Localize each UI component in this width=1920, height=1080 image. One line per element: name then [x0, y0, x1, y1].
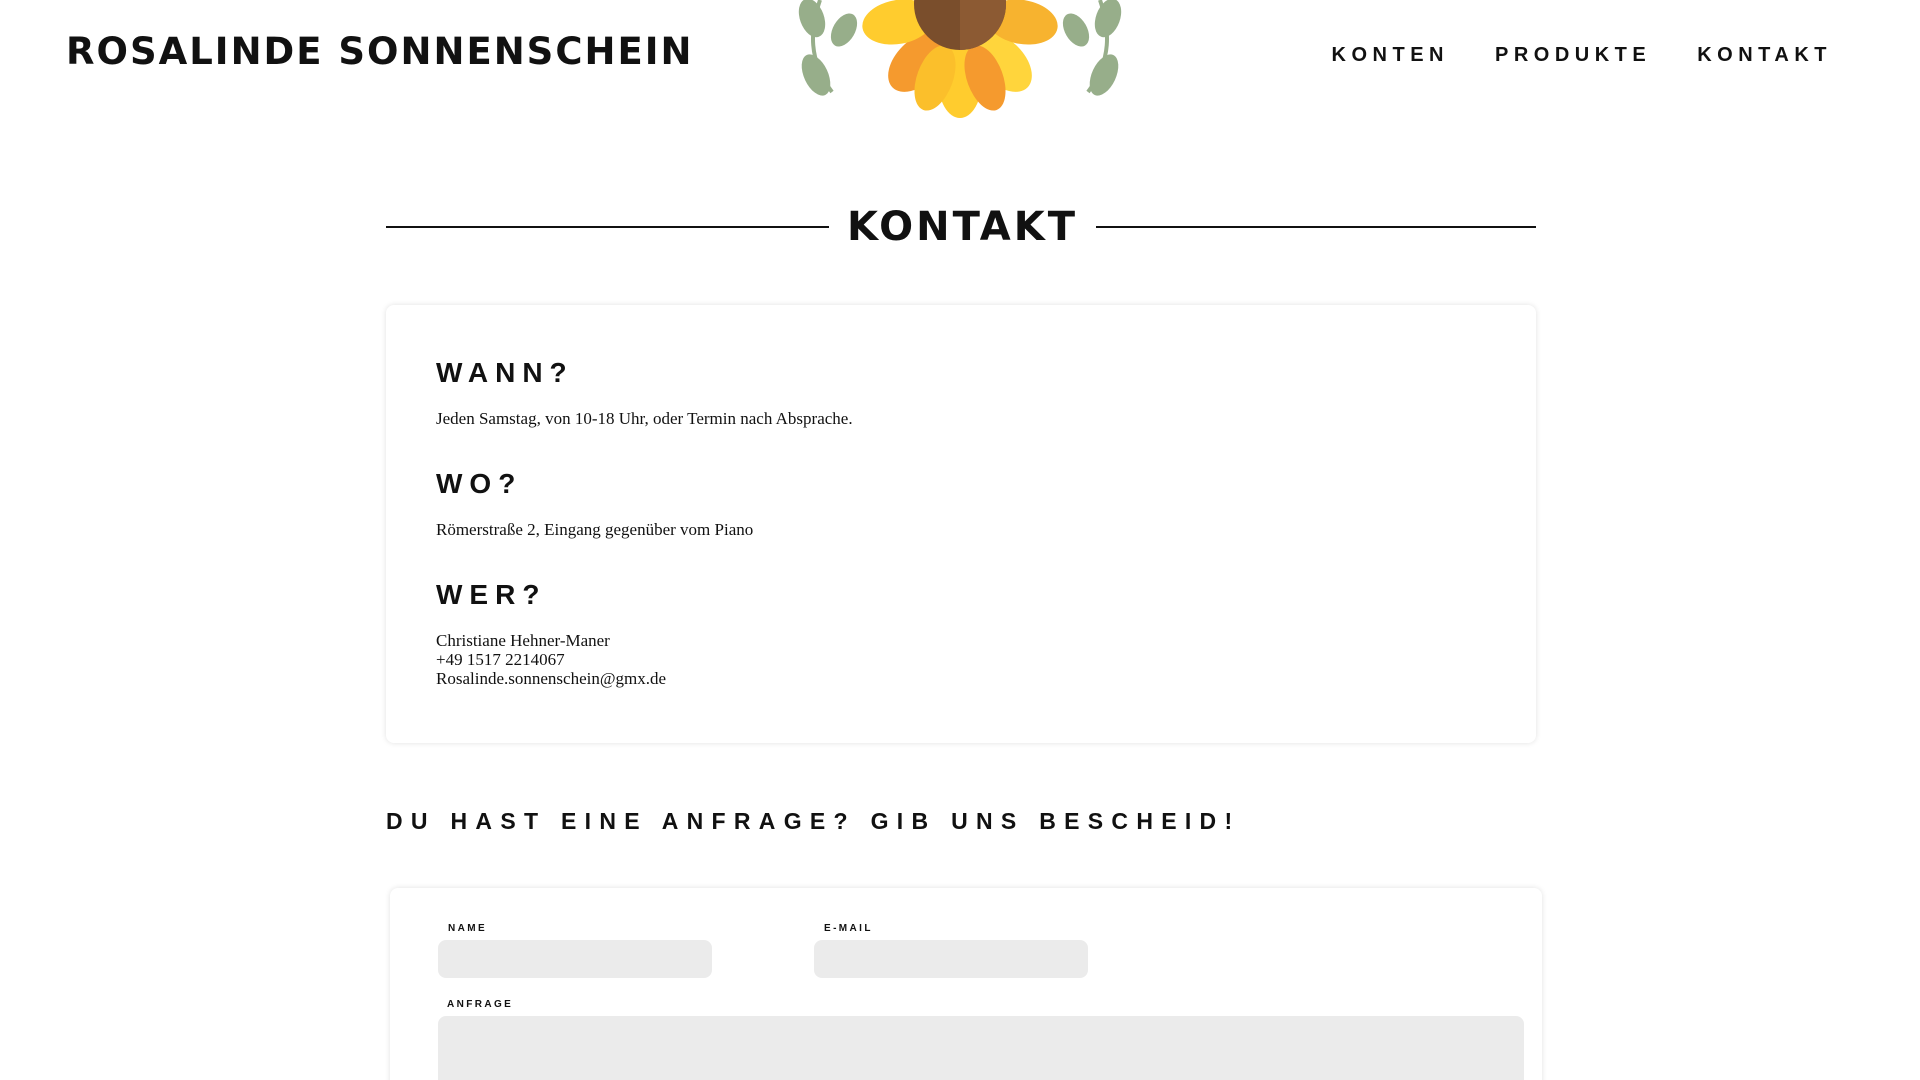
- who-heading: WER?: [436, 579, 547, 610]
- name-input[interactable]: [438, 940, 712, 978]
- nav-link-produkte[interactable]: PRODUKTE: [1495, 44, 1651, 67]
- page: ROSALINDE SONNENSCHEIN KONTEN PRODUKTE K…: [0, 0, 1920, 1080]
- email-input[interactable]: [814, 940, 1088, 978]
- divider-line-left: [386, 226, 829, 228]
- message-textarea[interactable]: [438, 1016, 1524, 1080]
- section-title-row: KONTAKT: [386, 196, 1536, 256]
- when-text: Jeden Samstag, von 10-18 Uhr, oder Termi…: [436, 409, 853, 428]
- request-heading: DU HAST EINE ANFRAGE? GIB UNS BESCHEID!: [386, 808, 1241, 834]
- when-heading: WANN?: [436, 357, 574, 388]
- where-text: Römerstraße 2, Eingang gegenüber vom Pia…: [436, 520, 754, 539]
- contact-form: NAME E-MAIL ANFRAGE: [390, 888, 1542, 1080]
- contact-phone[interactable]: +49 1517 2214067: [436, 650, 565, 669]
- name-label: NAME: [448, 923, 488, 934]
- sunflower-icon: [798, 0, 1122, 118]
- divider-line-right: [1096, 226, 1536, 228]
- where-heading: WO?: [436, 468, 523, 499]
- message-label: ANFRAGE: [447, 999, 514, 1010]
- who-block: WER? Christiane Hehner-Maner +49 1517 22…: [436, 579, 1486, 688]
- contact-name: Christiane Hehner-Maner: [436, 631, 610, 650]
- contact-email[interactable]: Rosalinde.sonnenschein@gmx.de: [436, 669, 666, 688]
- nav-link-konten[interactable]: KONTEN: [1332, 44, 1449, 67]
- when-block: WANN? Jeden Samstag, von 10-18 Uhr, oder…: [436, 357, 1486, 428]
- where-block: WO? Römerstraße 2, Eingang gegenüber vom…: [436, 468, 1486, 539]
- main-nav: KONTEN PRODUKTE KONTAKT: [1332, 44, 1832, 67]
- brand-logo[interactable]: ROSALINDE SONNENSCHEIN: [66, 30, 693, 73]
- contact-info-card: WANN? Jeden Samstag, von 10-18 Uhr, oder…: [386, 305, 1536, 743]
- email-label: E-MAIL: [824, 923, 873, 934]
- page-title: KONTAKT: [846, 204, 1079, 250]
- who-details: Christiane Hehner-Maner +49 1517 2214067…: [436, 631, 1486, 688]
- nav-link-kontakt[interactable]: KONTAKT: [1697, 44, 1832, 67]
